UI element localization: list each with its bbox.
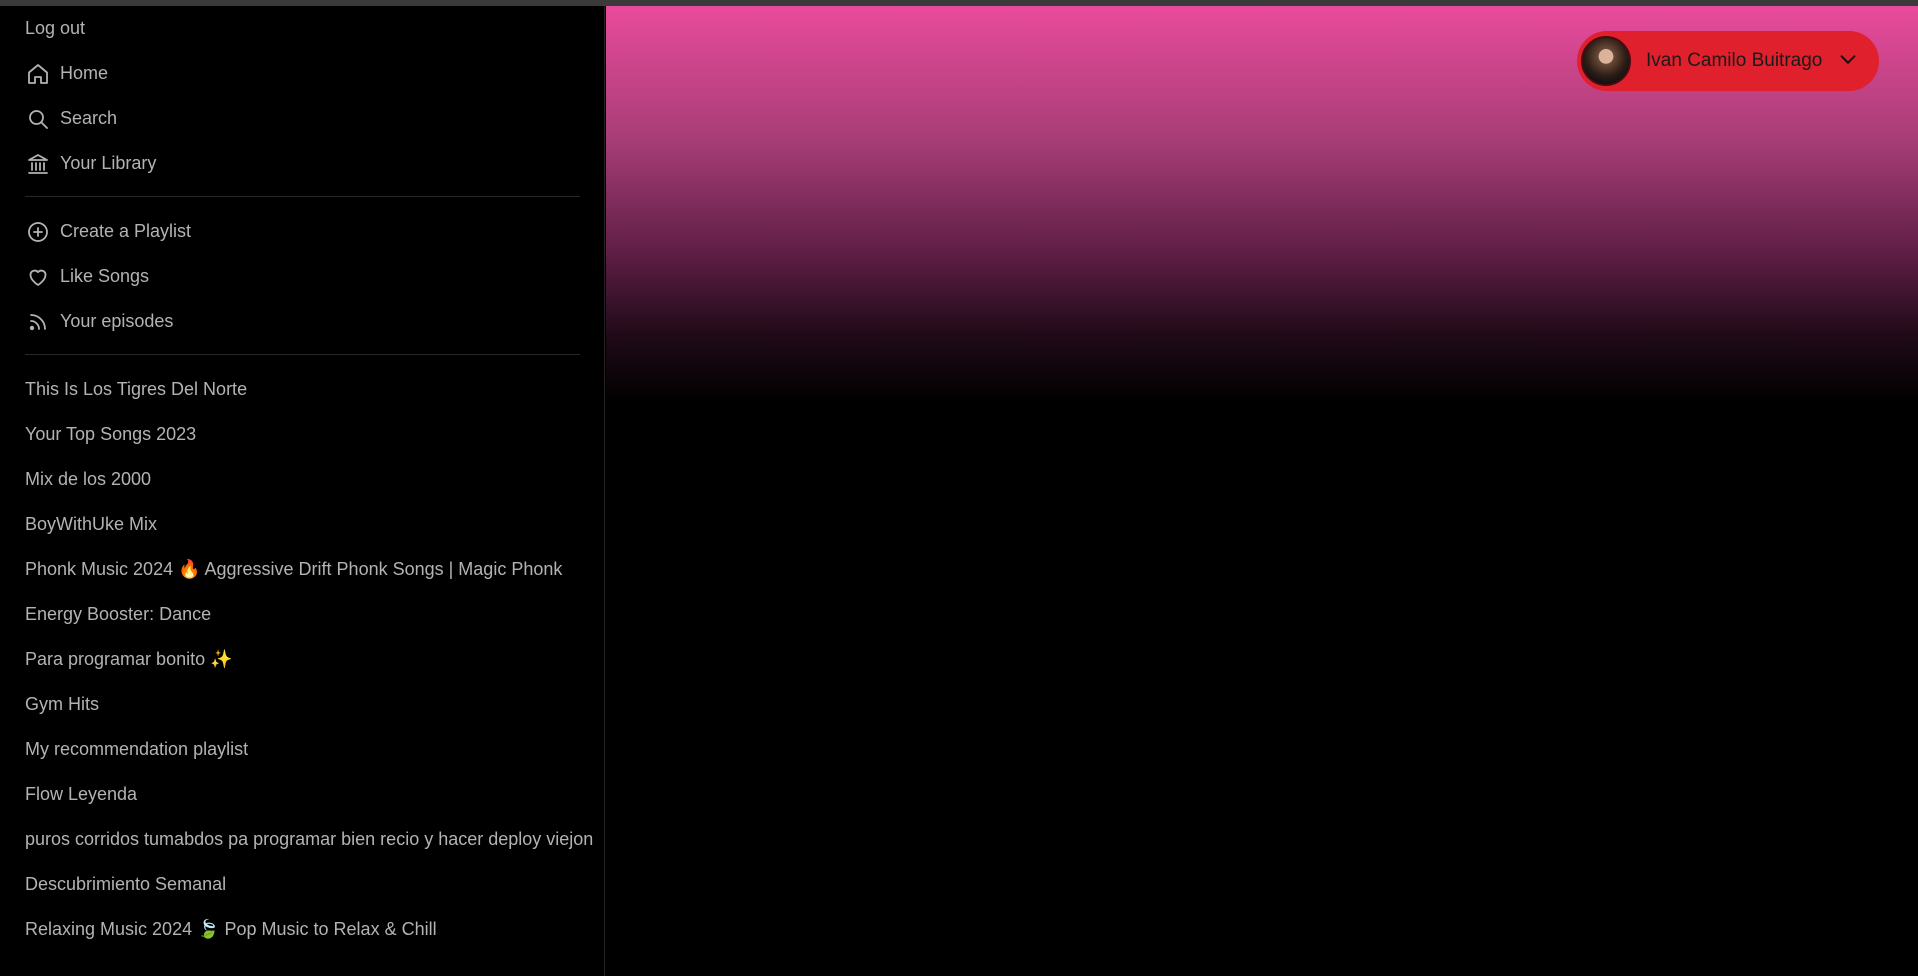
logout-link[interactable]: Log out [25,6,579,51]
sidebar-item-label: Home [60,63,109,83]
plus-circle-icon [25,219,50,244]
sidebar-item-library[interactable]: Your Library [25,141,579,186]
playlist-item[interactable]: Para programar bonito ✨ [25,637,579,682]
sidebar-item-search[interactable]: Search [25,96,579,141]
sidebar: Log out Home Search Your Library Create … [0,6,605,976]
playlist-item[interactable]: Relaxing Music 2024 🍃 Pop Music to Relax… [25,907,579,952]
search-icon [25,106,50,131]
sidebar-item-like-songs[interactable]: Like Songs [25,254,579,299]
playlist-item[interactable]: Energy Booster: Dance [25,592,579,637]
sidebar-item-create-playlist[interactable]: Create a Playlist [25,209,579,254]
sidebar-item-label: Your episodes [60,311,174,331]
heart-icon [25,264,50,289]
playlist-item[interactable]: Phonk Music 2024 🔥 Aggressive Drift Phon… [25,547,579,592]
playlist-item[interactable]: puros corridos tumabdos pa programar bie… [25,817,593,862]
playlist-item[interactable]: Your Top Songs 2023 [25,412,579,457]
user-menu-button[interactable]: Ivan Camilo Buitrago [1577,31,1879,91]
sidebar-item-label: Your Library [60,153,157,173]
playlist-item[interactable]: My recommendation playlist [25,727,579,772]
playlist-item[interactable]: Mix de los 2000 [25,457,579,502]
playlist-item[interactable]: Gym Hits [25,682,579,727]
sidebar-divider [25,354,580,355]
logout-label: Log out [25,18,86,38]
main-content: Ivan Camilo Buitrago [606,6,1918,976]
avatar [1581,36,1631,86]
home-icon [25,61,50,86]
sidebar-divider [25,196,580,197]
user-name: Ivan Camilo Buitrago [1646,50,1823,71]
rss-icon [25,309,50,334]
playlist-item[interactable]: This Is Los Tigres Del Norte [25,367,579,412]
playlist-item[interactable]: BoyWithUke Mix [25,502,579,547]
sidebar-item-label: Search [60,108,118,128]
sidebar-item-label: Like Songs [60,266,150,286]
sidebar-item-your-episodes[interactable]: Your episodes [25,299,579,344]
playlist-item[interactable]: Descubrimiento Semanal [25,862,579,907]
sidebar-item-label: Create a Playlist [60,221,192,241]
sidebar-item-home[interactable]: Home [25,51,579,96]
library-icon [25,151,50,176]
playlist-item[interactable]: Flow Leyenda [25,772,579,817]
chevron-down-icon [1837,49,1861,73]
